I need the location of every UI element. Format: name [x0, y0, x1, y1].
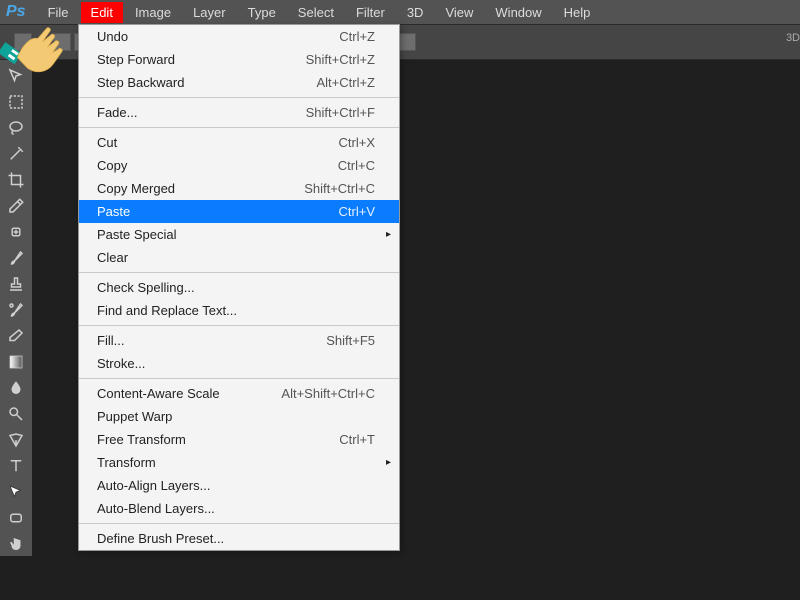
menu-shortcut: Ctrl+Z [339, 29, 375, 44]
menu-label: Free Transform [97, 432, 186, 447]
submenu-arrow-icon: ▸ [386, 229, 391, 240]
menu-item-copy[interactable]: Copy Ctrl+C [79, 154, 399, 177]
menu-label: Paste Special [97, 227, 177, 242]
menu-shortcut: Alt+Ctrl+Z [316, 75, 375, 90]
menu-item-define-brush[interactable]: Define Brush Preset... [79, 527, 399, 550]
menu-label: Transform [97, 455, 156, 470]
type-tool-icon[interactable] [4, 454, 28, 478]
history-brush-tool-icon[interactable] [4, 298, 28, 322]
menu-help[interactable]: Help [554, 2, 601, 23]
menu-separator [79, 325, 399, 326]
menu-filter[interactable]: Filter [346, 2, 395, 23]
menu-item-paste-special[interactable]: Paste Special ▸ [79, 223, 399, 246]
menu-label: Clear [97, 250, 128, 265]
menu-label: Auto-Blend Layers... [97, 501, 215, 516]
blur-tool-icon[interactable] [4, 376, 28, 400]
menu-label: Auto-Align Layers... [97, 478, 210, 493]
menu-shortcut: Shift+Ctrl+F [306, 105, 375, 120]
mode-icon[interactable] [398, 33, 416, 51]
menu-shortcut: Ctrl+X [339, 135, 375, 150]
menu-item-paste[interactable]: Paste Ctrl+V [79, 200, 399, 223]
menu-label: Puppet Warp [97, 409, 172, 424]
eraser-tool-icon[interactable] [4, 324, 28, 348]
menu-item-find-replace[interactable]: Find and Replace Text... [79, 299, 399, 322]
menu-label: Step Forward [97, 52, 175, 67]
menu-item-cut[interactable]: Cut Ctrl+X [79, 131, 399, 154]
menu-label: Paste [97, 204, 130, 219]
menu-window[interactable]: Window [485, 2, 551, 23]
menu-item-stroke[interactable]: Stroke... [79, 352, 399, 375]
menu-item-fade[interactable]: Fade... Shift+Ctrl+F [79, 101, 399, 124]
menubar: Ps File Edit Image Layer Type Select Fil… [0, 0, 800, 24]
menu-item-content-aware[interactable]: Content-Aware Scale Alt+Shift+Ctrl+C [79, 382, 399, 405]
menu-shortcut: Alt+Shift+Ctrl+C [281, 386, 375, 401]
menu-view[interactable]: View [435, 2, 483, 23]
menu-label: Cut [97, 135, 117, 150]
menu-item-free-transform[interactable]: Free Transform Ctrl+T [79, 428, 399, 451]
menu-layer[interactable]: Layer [183, 2, 236, 23]
menu-label: Find and Replace Text... [97, 303, 237, 318]
gradient-tool-icon[interactable] [4, 350, 28, 374]
submenu-arrow-icon: ▸ [386, 457, 391, 468]
menu-item-clear[interactable]: Clear [79, 246, 399, 269]
menu-item-transform[interactable]: Transform ▸ [79, 451, 399, 474]
menu-shortcut: Ctrl+T [339, 432, 375, 447]
menu-label: Copy Merged [97, 181, 175, 196]
brush-tool-icon[interactable] [4, 246, 28, 270]
menu-label: Undo [97, 29, 128, 44]
menu-label: Fade... [97, 105, 137, 120]
pen-tool-icon[interactable] [4, 428, 28, 452]
menu-separator [79, 523, 399, 524]
toolbox [0, 60, 32, 556]
pointer-hand-icon [0, 10, 72, 82]
menu-label: Check Spelling... [97, 280, 195, 295]
menu-type[interactable]: Type [238, 2, 286, 23]
crop-tool-icon[interactable] [4, 168, 28, 192]
menu-label: Step Backward [97, 75, 184, 90]
menu-label: Copy [97, 158, 127, 173]
healing-tool-icon[interactable] [4, 220, 28, 244]
menu-item-step-forward[interactable]: Step Forward Shift+Ctrl+Z [79, 48, 399, 71]
panel-tab-3d[interactable]: 3D [786, 32, 800, 44]
stamp-tool-icon[interactable] [4, 272, 28, 296]
menu-shortcut: Shift+F5 [326, 333, 375, 348]
hand-tool-icon[interactable] [4, 532, 28, 556]
menu-3d[interactable]: 3D [397, 2, 434, 23]
menu-edit[interactable]: Edit [81, 2, 123, 23]
dodge-tool-icon[interactable] [4, 402, 28, 426]
menu-item-copy-merged[interactable]: Copy Merged Shift+Ctrl+C [79, 177, 399, 200]
shape-tool-icon[interactable] [4, 506, 28, 530]
menu-select[interactable]: Select [288, 2, 344, 23]
menu-label: Stroke... [97, 356, 145, 371]
marquee-tool-icon[interactable] [4, 90, 28, 114]
edit-dropdown-menu: Undo Ctrl+Z Step Forward Shift+Ctrl+Z St… [78, 24, 400, 551]
menu-shortcut: Shift+Ctrl+C [304, 181, 375, 196]
menu-shortcut: Ctrl+V [339, 204, 375, 219]
menu-label: Fill... [97, 333, 124, 348]
menu-item-step-backward[interactable]: Step Backward Alt+Ctrl+Z [79, 71, 399, 94]
eyedropper-tool-icon[interactable] [4, 194, 28, 218]
menu-item-auto-align[interactable]: Auto-Align Layers... [79, 474, 399, 497]
menu-item-fill[interactable]: Fill... Shift+F5 [79, 329, 399, 352]
menu-separator [79, 97, 399, 98]
menu-separator [79, 272, 399, 273]
menu-item-auto-blend[interactable]: Auto-Blend Layers... [79, 497, 399, 520]
wand-tool-icon[interactable] [4, 142, 28, 166]
lasso-tool-icon[interactable] [4, 116, 28, 140]
menu-shortcut: Ctrl+C [338, 158, 375, 173]
path-tool-icon[interactable] [4, 480, 28, 504]
menu-separator [79, 378, 399, 379]
menu-label: Content-Aware Scale [97, 386, 220, 401]
menu-image[interactable]: Image [125, 2, 181, 23]
menu-item-undo[interactable]: Undo Ctrl+Z [79, 25, 399, 48]
menu-separator [79, 127, 399, 128]
menu-item-puppet-warp[interactable]: Puppet Warp [79, 405, 399, 428]
menu-label: Define Brush Preset... [97, 531, 224, 546]
menu-item-check-spelling[interactable]: Check Spelling... [79, 276, 399, 299]
menu-shortcut: Shift+Ctrl+Z [306, 52, 375, 67]
